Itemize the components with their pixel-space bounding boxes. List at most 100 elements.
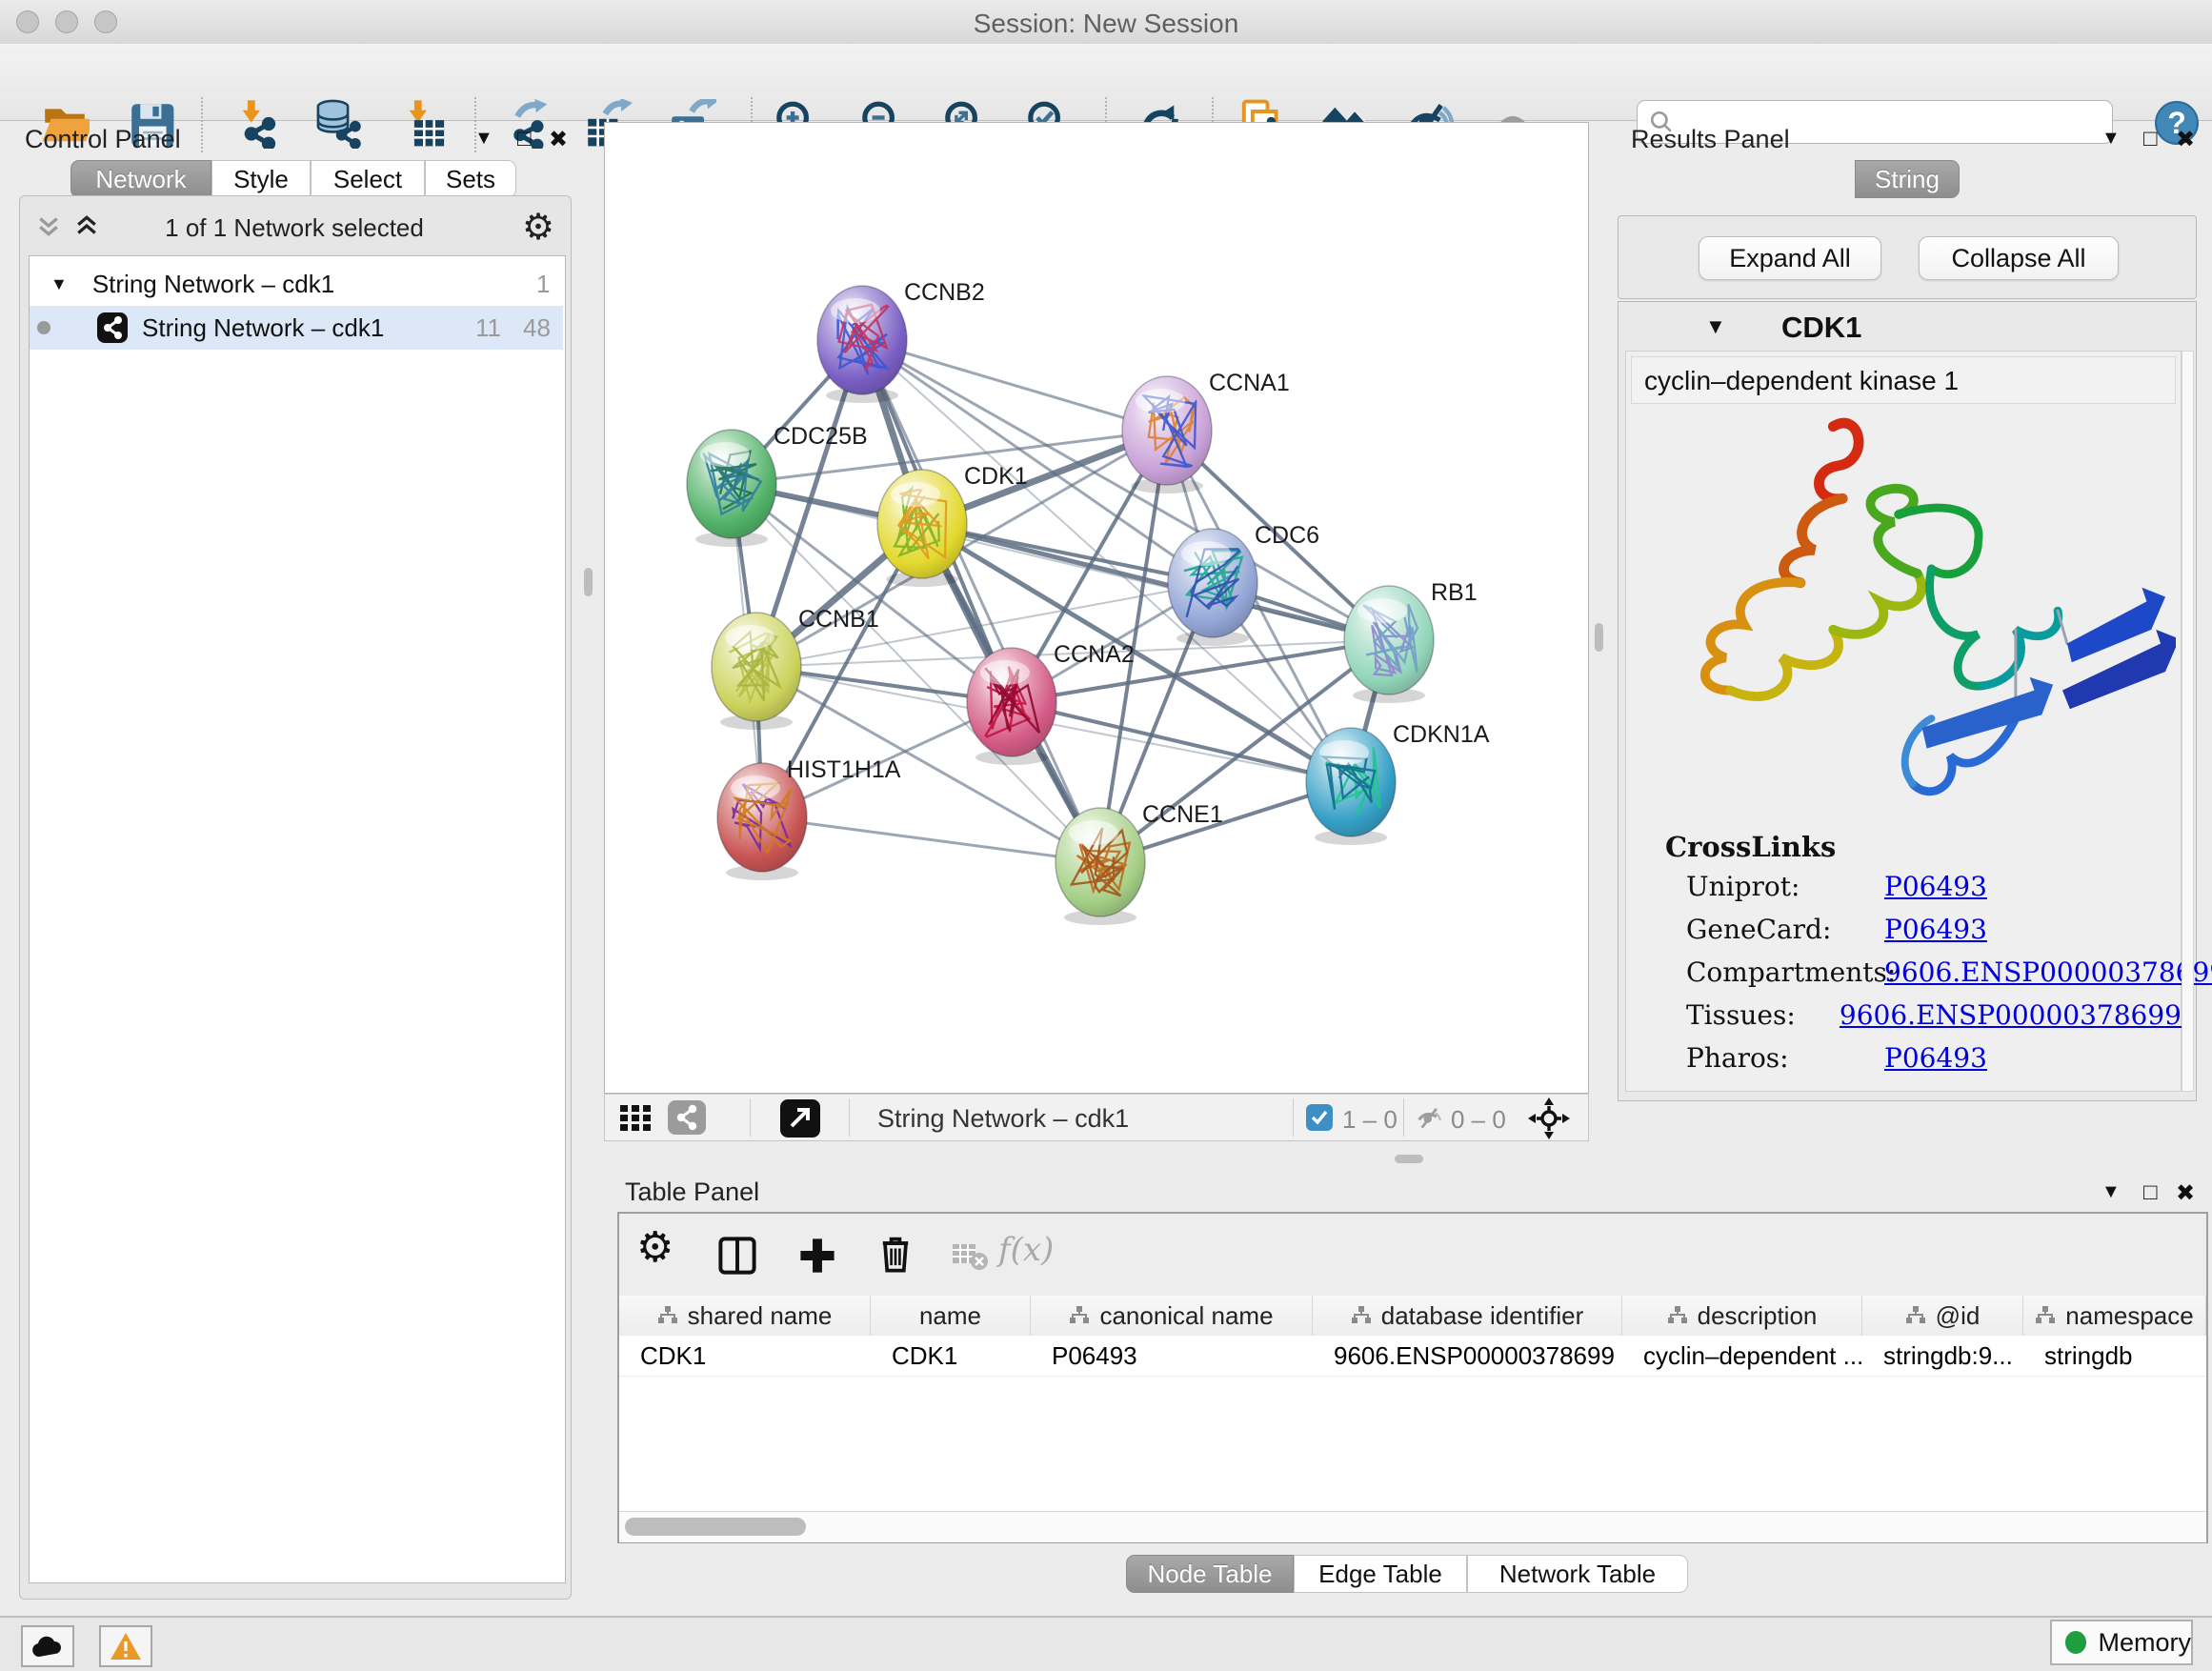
selected-checkbox-icon[interactable] [1306, 1104, 1333, 1131]
right-splitter-handle[interactable] [1595, 623, 1603, 652]
table-row[interactable]: CDK1CDK1P064939606.ENSP00000378699cyclin… [619, 1336, 2206, 1377]
open-in-window-icon[interactable] [780, 1099, 820, 1137]
tab-network-table[interactable]: Network Table [1467, 1555, 1688, 1593]
bottom-splitter-handle[interactable] [1395, 1155, 1423, 1163]
network-collection-row[interactable]: ▼ String Network – cdk1 1 [30, 262, 563, 306]
column-header-database-identifier[interactable]: database identifier [1313, 1296, 1622, 1336]
column-type-icon [1069, 1306, 1090, 1325]
warning-icon [110, 1632, 142, 1661]
collapse-all-button[interactable]: Collapse All [1919, 236, 2119, 280]
control-panel-undock-icon[interactable]: □ [517, 126, 532, 152]
column-header--id[interactable]: @id [1862, 1296, 2023, 1336]
crosslink-value-link[interactable]: P06493 [1884, 914, 1987, 945]
expand-all-button[interactable]: Expand All [1699, 236, 1881, 280]
column-header-name[interactable]: name [871, 1296, 1031, 1336]
control-panel-float-icon[interactable]: ▼ [474, 128, 493, 150]
title-bar: Session: New Session [0, 0, 2212, 45]
table-panel-close-icon[interactable]: ✖ [2176, 1179, 2195, 1207]
status-bar: Memory [0, 1616, 2212, 1671]
column-type-icon [1351, 1306, 1372, 1325]
current-network-name: String Network – cdk1 [877, 1104, 1129, 1134]
network-graph: CCNB2CCNA1CDC25BCDK1CDC6RB1CCNB1CCNA2CDK… [605, 123, 1588, 1093]
table-cell[interactable]: stringdb [2023, 1336, 2206, 1376]
tab-select[interactable]: Select [311, 160, 425, 198]
cloud-button[interactable] [21, 1625, 74, 1667]
table-header-row: shared namenamecanonical namedatabase id… [619, 1296, 2206, 1336]
crosslink-value-link[interactable]: P06493 [1884, 871, 1987, 902]
tab-node-table[interactable]: Node Table [1126, 1555, 1294, 1593]
crosslink-label: Compartments: [1686, 956, 1884, 988]
network-selection-status: 1 of 1 Network selected [19, 213, 570, 243]
gene-description: cyclin–dependent kinase 1 [1644, 366, 1959, 396]
network-status-dot [37, 321, 50, 334]
table-rows: CDK1CDK1P064939606.ENSP00000378699cyclin… [619, 1336, 2206, 1377]
node-label-CCNE1: CCNE1 [1142, 801, 1223, 828]
table-cell[interactable]: stringdb:9... [1862, 1336, 2023, 1376]
network-canvas[interactable]: CCNB2CCNA1CDC25BCDK1CDC6RB1CCNB1CCNA2CDK… [604, 122, 1589, 1094]
results-panel-float-icon[interactable]: ▼ [2101, 128, 2121, 150]
edge-HIST1H1A-CCNE1[interactable] [762, 817, 1100, 862]
left-splitter-handle[interactable] [584, 568, 593, 596]
control-panel-close-icon[interactable]: ✖ [549, 126, 568, 153]
column-type-icon [657, 1306, 678, 1325]
crosslinks-list: Uniprot:P06493GeneCard:P06493Compartment… [1686, 865, 2182, 1079]
manage-columns-icon[interactable] [716, 1235, 758, 1277]
node-label-CCNA1: CCNA1 [1209, 370, 1290, 396]
tab-string[interactable]: String [1855, 160, 1960, 198]
tree-expander-icon[interactable]: ▼ [50, 274, 68, 294]
table-settings-gear-icon[interactable]: ⚙ [636, 1227, 674, 1269]
delete-column-icon[interactable] [875, 1233, 916, 1275]
crosslink-row: GeneCard:P06493 [1686, 908, 2182, 951]
table-cell[interactable]: P06493 [1031, 1336, 1313, 1376]
apply-function-icon[interactable]: f(x) [998, 1231, 1054, 1269]
crosslink-value-link[interactable]: 9606.ENSP00000378699 [1884, 956, 2212, 988]
tab-edge-table[interactable]: Edge Table [1294, 1555, 1467, 1593]
crosslink-label: GeneCard: [1686, 914, 1884, 945]
fit-content-crosshair-icon[interactable] [1527, 1097, 1571, 1140]
table-panel-float-icon[interactable]: ▼ [2101, 1181, 2121, 1203]
edge-CCNB2-CCNA1[interactable] [862, 340, 1167, 431]
import-table-file-icon[interactable] [396, 97, 450, 151]
table-panel-undock-icon[interactable]: □ [2143, 1179, 2158, 1206]
column-header-namespace[interactable]: namespace [2023, 1296, 2206, 1336]
table-cell[interactable]: CDK1 [619, 1336, 871, 1376]
network-share-icon[interactable] [668, 1100, 706, 1135]
main-toolbar: ? [0, 44, 2212, 121]
tab-style[interactable]: Style [211, 160, 311, 198]
import-network-database-icon[interactable] [312, 97, 366, 151]
crosslink-value-link[interactable]: P06493 [1884, 1042, 1987, 1074]
import-network-file-icon[interactable] [230, 97, 283, 151]
table-cell[interactable]: 9606.ENSP00000378699 [1313, 1336, 1622, 1376]
table-cell[interactable]: cyclin–dependent ... [1622, 1336, 1862, 1376]
crosslink-value-link[interactable]: 9606.ENSP00000378699 [1840, 999, 2182, 1031]
column-header-canonical-name[interactable]: canonical name [1031, 1296, 1313, 1336]
add-column-icon[interactable] [796, 1235, 838, 1277]
edge-CCNB2-CCNE1[interactable] [862, 340, 1100, 862]
table-hscrollbar-track[interactable] [619, 1511, 2206, 1542]
delete-table-icon[interactable] [951, 1240, 989, 1271]
crosslinks-title: CrossLinks [1665, 831, 1836, 863]
gene-section-expander-icon[interactable]: ▼ [1705, 314, 1726, 339]
network-options-gear-icon[interactable]: ⚙ [522, 206, 554, 249]
column-header-description[interactable]: description [1622, 1296, 1862, 1336]
birdseye-grid-icon[interactable] [620, 1105, 653, 1132]
results-panel-close-icon[interactable]: ✖ [2176, 126, 2195, 153]
tab-sets[interactable]: Sets [425, 160, 516, 198]
column-type-icon [1667, 1306, 1688, 1325]
table-toolbar [619, 1214, 2206, 1296]
network-node-count: 11 [475, 313, 501, 343]
table-cell[interactable]: CDK1 [871, 1336, 1031, 1376]
table-hscrollbar-thumb[interactable] [625, 1518, 806, 1536]
results-panel-undock-icon[interactable]: □ [2143, 126, 2158, 152]
edge-CCNA2-CDKN1A[interactable] [1012, 702, 1351, 782]
warning-button[interactable] [99, 1625, 152, 1667]
column-header-shared-name[interactable]: shared name [619, 1296, 871, 1336]
netbar-separator [1293, 1098, 1294, 1137]
tab-network[interactable]: Network [70, 160, 211, 198]
selected-count: 1 – 0 [1342, 1105, 1398, 1135]
network-row-selected[interactable]: String Network – cdk1 11 48 [30, 306, 563, 350]
results-scrollbar-track[interactable] [2182, 351, 2194, 1092]
table-panel-title: Table Panel [625, 1178, 759, 1207]
memory-button[interactable]: Memory [2050, 1620, 2193, 1665]
node-label-CCNB1: CCNB1 [798, 606, 879, 633]
